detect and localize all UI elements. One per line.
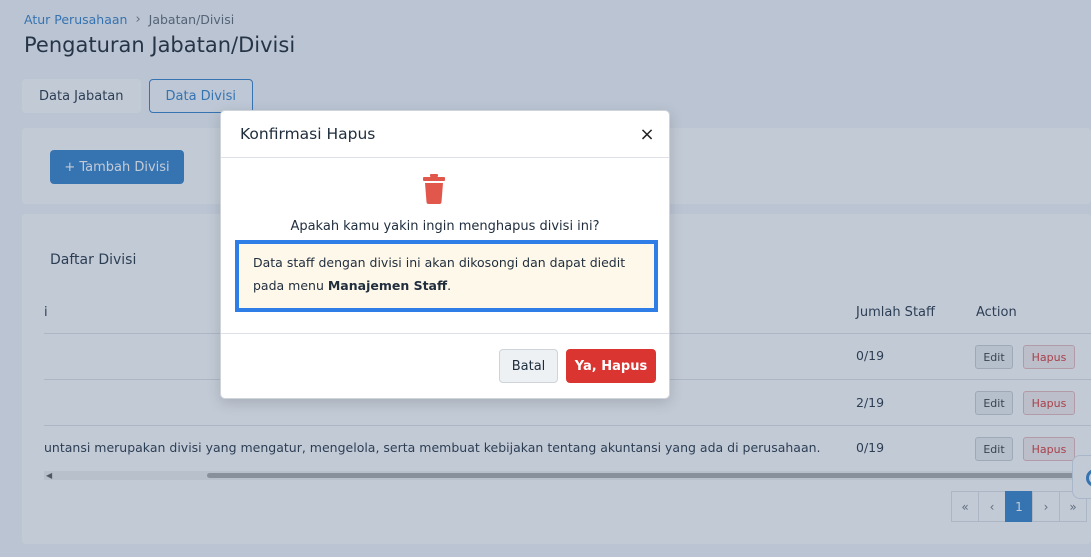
close-icon[interactable]: × [637, 123, 657, 145]
delete-confirm-modal: Konfirmasi Hapus × Apakah kamu yakin ing… [220, 110, 670, 399]
modal-header-divider [221, 157, 669, 158]
modal-title: Konfirmasi Hapus [240, 125, 376, 143]
modal-question: Apakah kamu yakin ingin menghapus divisi… [290, 219, 600, 234]
warning-link-text: Manajemen Staff [327, 278, 448, 293]
cancel-button[interactable]: Batal [499, 349, 558, 383]
modal-footer-divider [221, 333, 669, 334]
warning-message: Data staff dengan divisi ini akan dikoso… [235, 240, 658, 312]
trash-icon [423, 174, 445, 204]
warning-end: . [447, 278, 452, 293]
confirm-delete-button[interactable]: Ya, Hapus [566, 349, 656, 383]
